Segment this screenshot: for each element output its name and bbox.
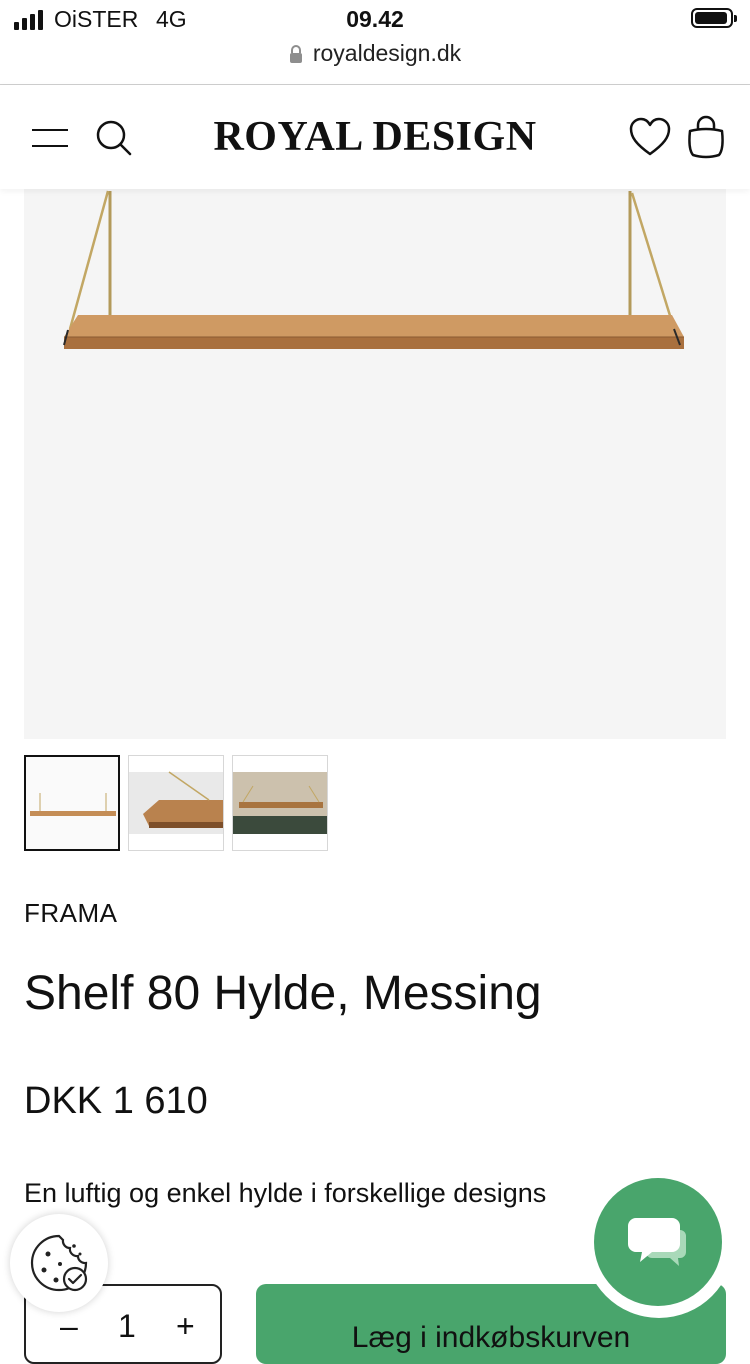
product-brand[interactable]: FRAMA bbox=[24, 898, 118, 929]
battery-icon bbox=[691, 8, 737, 28]
quantity-value[interactable]: 1 bbox=[118, 1308, 136, 1345]
url-text: royaldesign.dk bbox=[312, 40, 462, 66]
cookie-icon bbox=[30, 1234, 88, 1292]
quantity-decrease-button[interactable]: – bbox=[60, 1308, 78, 1345]
thumbnail-1[interactable] bbox=[24, 755, 120, 851]
thumbnail-2[interactable] bbox=[128, 755, 224, 851]
shopping-bag-icon[interactable] bbox=[686, 115, 726, 159]
quantity-increase-button[interactable]: + bbox=[176, 1308, 195, 1345]
site-header: ROYAL DESIGN bbox=[0, 85, 750, 189]
product-description: En luftig og enkel hylde i forskellige d… bbox=[24, 1178, 547, 1208]
wishlist-icon[interactable] bbox=[628, 117, 672, 157]
cookie-settings-button[interactable] bbox=[10, 1214, 108, 1312]
address-bar[interactable]: royaldesign.dk bbox=[0, 40, 750, 67]
product-image[interactable] bbox=[24, 189, 726, 739]
status-time: 09.42 bbox=[346, 6, 404, 32]
logo-link[interactable]: ROYAL DESIGN bbox=[213, 114, 536, 160]
chat-bubbles-icon bbox=[628, 1218, 686, 1266]
thumbnail-strip bbox=[24, 755, 328, 851]
shelf-illustration bbox=[63, 190, 684, 349]
lock-icon bbox=[289, 44, 302, 63]
chat-button[interactable] bbox=[594, 1178, 722, 1306]
product-title: Shelf 80 Hylde, Messing bbox=[24, 967, 542, 1020]
thumbnail-3[interactable] bbox=[232, 755, 328, 851]
status-bar: OiSTER 4G 09.42 royaldesign.dk bbox=[0, 0, 750, 85]
product-price: DKK 1 610 bbox=[24, 1080, 208, 1122]
